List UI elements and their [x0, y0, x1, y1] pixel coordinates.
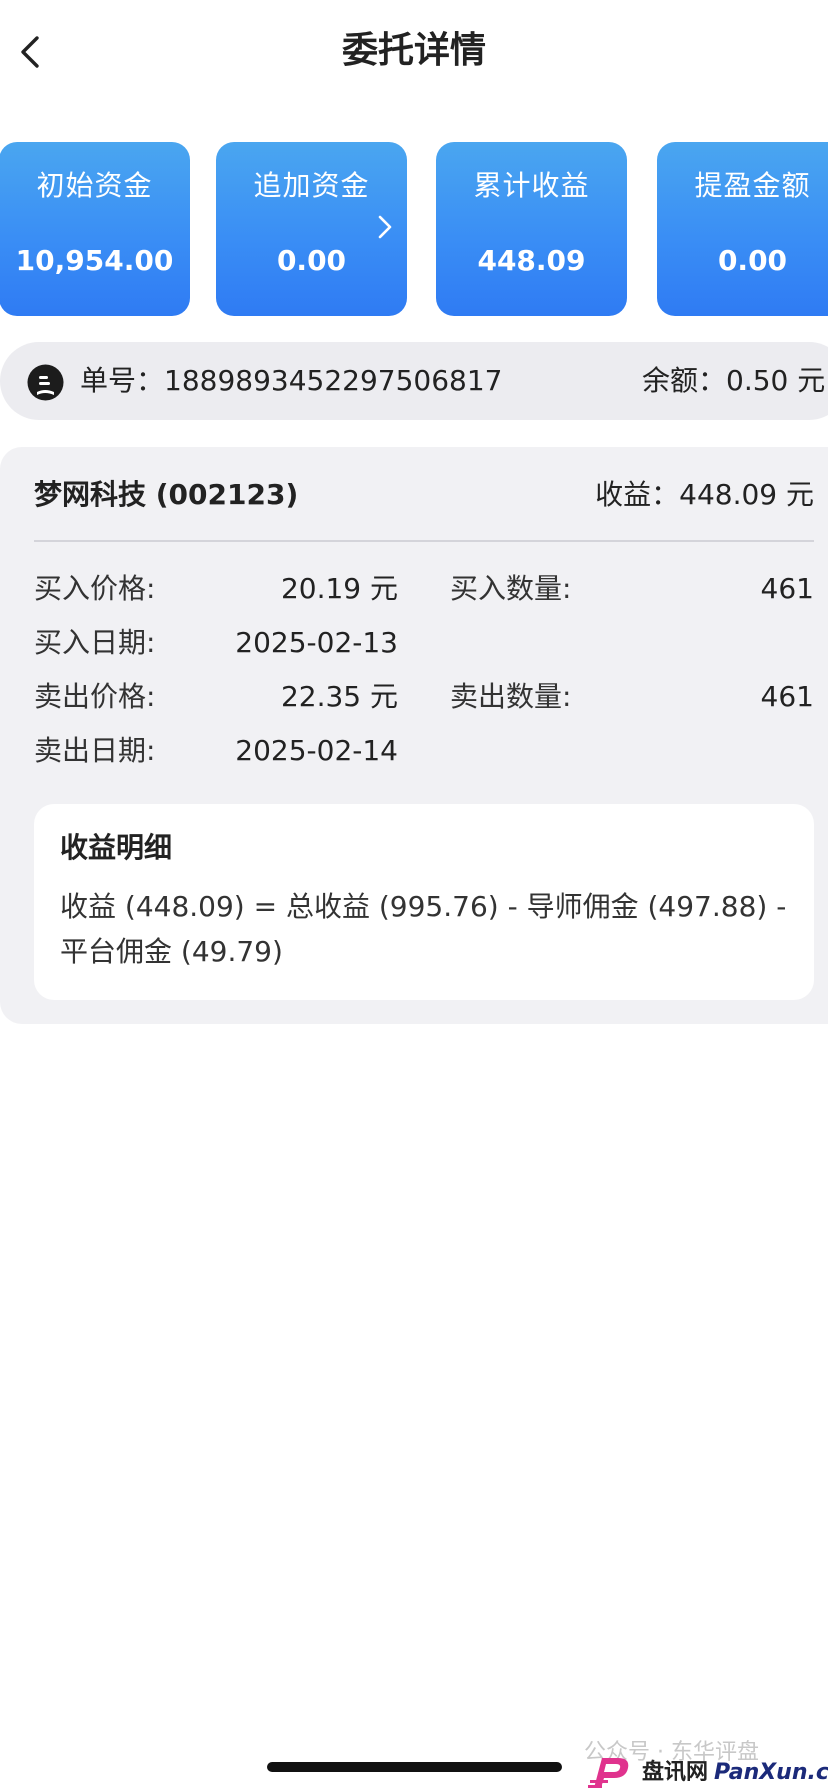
sell-price-value: 22.35 元 [280, 680, 398, 713]
card-value: 448.09 [477, 244, 586, 277]
additional-capital-card[interactable]: 追加资金 0.00 [216, 142, 407, 316]
site-watermark: 盘讯网 PanXun.cc [588, 1754, 828, 1792]
site-logo-icon [588, 1758, 629, 1788]
trade-detail-panel: 梦网科技 (002123) 收益：448.09 元 买入价格: 20.19 元 … [0, 447, 828, 1024]
buy-price-label: 买入价格: [34, 572, 156, 605]
site-name-en: PanXun.cc [714, 1760, 828, 1785]
sell-price-label: 卖出价格: [34, 680, 156, 713]
order-icon [27, 364, 64, 401]
profit-summary: 收益：448.09 元 [595, 478, 814, 511]
sell-qty-label: 卖出数量: [450, 680, 572, 713]
breakdown-title: 收益明细 [60, 831, 173, 864]
chevron-right-icon [378, 215, 392, 239]
buy-qty-label: 买入数量: [450, 572, 572, 605]
breakdown-formula: 收益 (448.09) = 总收益 (995.76) - 导师佣金 (497.8… [60, 890, 787, 968]
initial-capital-card[interactable]: 初始资金 10,954.00 [0, 142, 190, 316]
order-info-bar: 单号：1889893452297506817 余额：0.50 元 [0, 342, 828, 420]
sell-date-label: 卖出日期: [34, 734, 156, 767]
withdrawn-profit-card[interactable]: 提盈金额 0.00 [657, 142, 828, 316]
order-number: 单号：1889893452297506817 [80, 364, 503, 397]
card-label: 提盈金额 [694, 169, 811, 202]
card-value: 0.00 [717, 244, 788, 277]
sell-row: 卖出价格: 22.35 元 卖出数量: 461 [0, 677, 828, 717]
buy-date-label: 买入日期: [34, 626, 156, 659]
profit-breakdown-card: 收益明细 收益 (448.09) = 总收益 (995.76) - 导师佣金 (… [34, 804, 814, 1000]
header-bar: 委托详情 [0, 0, 828, 104]
divider [34, 540, 814, 542]
card-value: 10,954.00 [15, 244, 174, 277]
sell-qty-value: 461 [760, 680, 814, 713]
card-label: 追加资金 [253, 169, 370, 202]
page-title: 委托详情 [341, 30, 486, 71]
back-button[interactable] [10, 30, 50, 74]
summary-cards: 初始资金 10,954.00 追加资金 0.00 累计收益 448.09 提盈金… [0, 142, 828, 316]
card-value: 0.00 [276, 244, 347, 277]
buy-date-row: 买入日期: 2025-02-13 [0, 623, 828, 663]
sell-date-value: 2025-02-14 [235, 734, 398, 767]
home-indicator[interactable] [267, 1762, 562, 1772]
card-label: 累计收益 [473, 169, 590, 202]
buy-row: 买入价格: 20.19 元 买入数量: 461 [0, 569, 828, 609]
stock-name: 梦网科技 (002123) [34, 478, 299, 511]
buy-qty-value: 461 [760, 572, 814, 605]
chevron-left-icon [21, 36, 39, 68]
buy-price-value: 20.19 元 [280, 572, 398, 605]
cumulative-profit-card[interactable]: 累计收益 448.09 [436, 142, 627, 316]
site-name-cn: 盘讯网 [642, 1760, 709, 1785]
balance-text: 余额：0.50 元 [642, 364, 826, 397]
card-label: 初始资金 [36, 169, 153, 202]
sell-date-row: 卖出日期: 2025-02-14 [0, 731, 828, 771]
buy-date-value: 2025-02-13 [235, 626, 398, 659]
